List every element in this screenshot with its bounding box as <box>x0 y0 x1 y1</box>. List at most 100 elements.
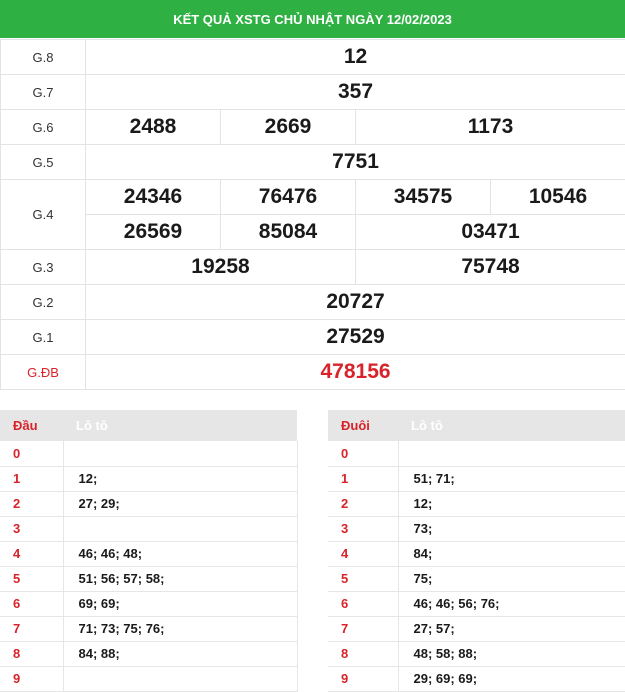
row-key: 5 <box>0 566 63 591</box>
row-values: 27; 29; <box>63 491 297 516</box>
row-values <box>63 516 297 541</box>
prize-row-special: G.ĐB 478156 <box>1 355 625 390</box>
row-values: 51; 56; 57; 58; <box>63 566 297 591</box>
row-values: 51; 71; <box>398 466 625 491</box>
row-values: 84; <box>398 541 625 566</box>
prize-number: 03471 <box>356 215 625 250</box>
row-key: 3 <box>328 516 398 541</box>
prize-row-g4: G.4 24346 76476 34575 10546 <box>1 180 625 215</box>
row-values: 71; 73; 75; 76; <box>63 616 297 641</box>
prize-label: G.2 <box>1 285 86 320</box>
row-key: 2 <box>0 491 63 516</box>
table-row: 0 <box>328 441 625 466</box>
row-key: 2 <box>328 491 398 516</box>
prize-label: G.1 <box>1 320 86 355</box>
row-values: 46; 46; 56; 76; <box>398 591 625 616</box>
row-values: 12; <box>398 491 625 516</box>
table-row: 646; 46; 56; 76; <box>328 591 625 616</box>
loto-head-table: Đầu Lô tô 0 112; 227; 29; 3 446; 46; 48;… <box>0 410 298 692</box>
table-row: 373; <box>328 516 625 541</box>
results-table: G.8 12 G.7 357 G.6 2488 2669 1173 G.5 77… <box>0 39 625 390</box>
table-row: 551; 56; 57; 58; <box>0 566 297 591</box>
table-row: 151; 71; <box>328 466 625 491</box>
row-key: 5 <box>328 566 398 591</box>
table-row: 929; 69; 69; <box>328 666 625 691</box>
loto-head-header: Đầu Lô tô <box>0 410 297 441</box>
prize-number: 10546 <box>491 180 625 215</box>
prize-number: 85084 <box>221 215 356 250</box>
prize-label: G.6 <box>1 110 86 145</box>
prize-row-g6: G.6 2488 2669 1173 <box>1 110 625 145</box>
page-title: KẾT QUẢ XSTG CHỦ NHẬT NGÀY 12/02/2023 <box>0 0 625 38</box>
row-values: 46; 46; 48; <box>63 541 297 566</box>
table-row: 112; <box>0 466 297 491</box>
row-values <box>398 441 625 466</box>
row-values: 69; 69; <box>63 591 297 616</box>
row-values: 48; 58; 88; <box>398 641 625 666</box>
row-key: 8 <box>0 641 63 666</box>
table-row: 227; 29; <box>0 491 297 516</box>
table-row: 771; 73; 75; 76; <box>0 616 297 641</box>
row-key: 6 <box>328 591 398 616</box>
prize-number: 27529 <box>86 320 625 355</box>
column-header-duoi: Đuôi <box>328 410 398 441</box>
row-key: 8 <box>328 641 398 666</box>
prize-number: 20727 <box>86 285 625 320</box>
prize-row-g4-b: 26569 85084 03471 <box>1 215 625 250</box>
row-key: 0 <box>0 441 63 466</box>
row-key: 1 <box>0 466 63 491</box>
prize-number: 34575 <box>356 180 491 215</box>
table-row: 848; 58; 88; <box>328 641 625 666</box>
row-key: 0 <box>328 441 398 466</box>
row-key: 9 <box>328 666 398 691</box>
row-key: 1 <box>328 466 398 491</box>
prize-number: 75748 <box>356 250 625 285</box>
row-values: 75; <box>398 566 625 591</box>
column-header-loto: Lô tô <box>398 410 625 441</box>
prize-row-g7: G.7 357 <box>1 75 625 110</box>
prize-row-g5: G.5 7751 <box>1 145 625 180</box>
prize-number: 2669 <box>221 110 356 145</box>
table-row: 9 <box>0 666 297 691</box>
prize-number: 76476 <box>221 180 356 215</box>
table-row: 484; <box>328 541 625 566</box>
row-values: 73; <box>398 516 625 541</box>
prize-number: 24346 <box>86 180 221 215</box>
row-values <box>63 666 297 691</box>
prize-label: G.8 <box>1 40 86 75</box>
prize-number: 12 <box>86 40 625 75</box>
row-values: 12; <box>63 466 297 491</box>
row-key: 7 <box>328 616 398 641</box>
column-header-loto: Lô tô <box>63 410 297 441</box>
row-values: 29; 69; 69; <box>398 666 625 691</box>
table-row: 669; 69; <box>0 591 297 616</box>
prize-number: 2488 <box>86 110 221 145</box>
prize-row-g8: G.8 12 <box>1 40 625 75</box>
table-row: 575; <box>328 566 625 591</box>
row-key: 3 <box>0 516 63 541</box>
prize-label: G.3 <box>1 250 86 285</box>
column-header-dau: Đầu <box>0 410 63 441</box>
row-key: 9 <box>0 666 63 691</box>
row-values: 84; 88; <box>63 641 297 666</box>
prize-number: 19258 <box>86 250 356 285</box>
prize-row-g2: G.2 20727 <box>1 285 625 320</box>
prize-number: 357 <box>86 75 625 110</box>
table-row: 884; 88; <box>0 641 297 666</box>
prize-row-g1: G.1 27529 <box>1 320 625 355</box>
row-key: 7 <box>0 616 63 641</box>
special-prize-number: 478156 <box>86 355 625 390</box>
prize-number: 7751 <box>86 145 625 180</box>
prize-number: 26569 <box>86 215 221 250</box>
row-key: 6 <box>0 591 63 616</box>
loto-tail-header: Đuôi Lô tô <box>328 410 625 441</box>
row-values: 27; 57; <box>398 616 625 641</box>
row-values <box>63 441 297 466</box>
prize-label: G.5 <box>1 145 86 180</box>
table-row: 727; 57; <box>328 616 625 641</box>
table-row: 0 <box>0 441 297 466</box>
prize-label: G.7 <box>1 75 86 110</box>
table-row: 212; <box>328 491 625 516</box>
prize-label: G.4 <box>1 180 86 250</box>
loto-tail-table: Đuôi Lô tô 0 151; 71; 212; 373; 484; 575… <box>328 410 625 692</box>
